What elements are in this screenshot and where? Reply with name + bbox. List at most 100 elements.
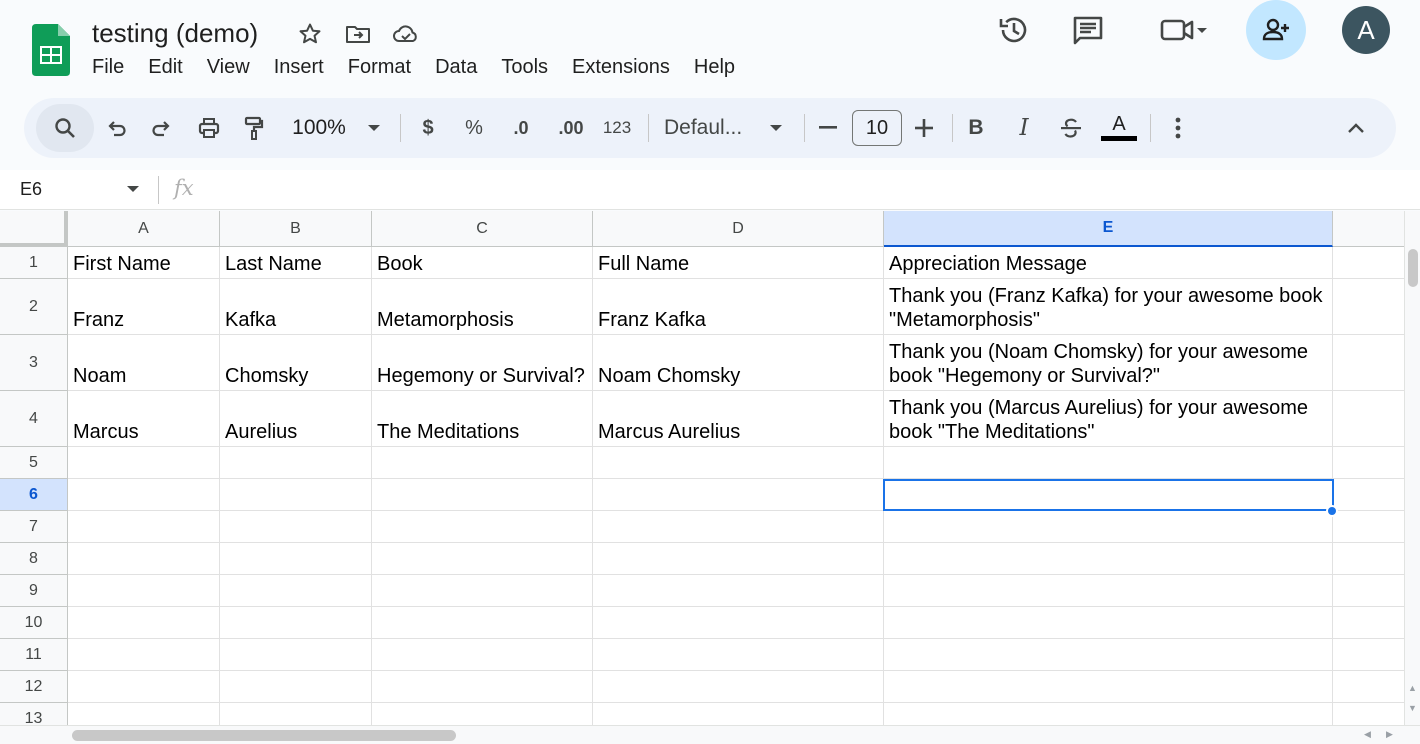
cell-f10[interactable] [1333,607,1413,639]
cell-a3[interactable]: Noam [68,335,220,391]
cell-a13[interactable] [68,703,220,725]
cell-b12[interactable] [220,671,372,703]
cell-a5[interactable] [68,447,220,479]
cell-d3[interactable]: Noam Chomsky [593,335,884,391]
cell-e8[interactable] [884,543,1333,575]
italic-button[interactable]: I [1010,108,1038,148]
star-icon[interactable] [296,20,324,48]
cell-e10[interactable] [884,607,1333,639]
vertical-scrollbar[interactable]: ▲ ▼ [1404,211,1420,725]
paint-format-icon[interactable] [238,108,270,148]
zoom-dropdown-icon[interactable] [360,108,388,148]
cell-d2[interactable]: Franz Kafka [593,279,884,335]
cell-f1[interactable] [1333,247,1413,279]
cell-b4[interactable]: Aurelius [220,391,372,447]
cell-c13[interactable] [372,703,593,725]
row-header-1[interactable]: 1 [0,247,68,279]
cell-e12[interactable] [884,671,1333,703]
cell-e1[interactable]: Appreciation Message [884,247,1333,279]
column-header-b[interactable]: B [220,211,372,247]
meet-button[interactable] [1148,0,1220,60]
row-header-2[interactable]: 2 [0,279,68,335]
cell-f7[interactable] [1333,511,1413,543]
cell-a1[interactable]: First Name [68,247,220,279]
vertical-scroll-thumb[interactable] [1408,249,1418,287]
cell-b1[interactable]: Last Name [220,247,372,279]
fill-handle[interactable] [1326,505,1338,517]
comments-button[interactable] [1058,0,1118,60]
cell-f8[interactable] [1333,543,1413,575]
cell-c2[interactable]: Metamorphosis [372,279,593,335]
text-color-button[interactable]: A [1100,108,1138,148]
cell-f2[interactable] [1333,279,1413,335]
more-formats-button[interactable]: 123 [600,108,634,148]
column-header-d[interactable]: D [593,211,884,247]
row-header-12[interactable]: 12 [0,671,68,703]
cell-c11[interactable] [372,639,593,671]
search-icon[interactable] [48,108,82,148]
cell-a11[interactable] [68,639,220,671]
cell-c1[interactable]: Book [372,247,593,279]
cell-c6[interactable] [372,479,593,511]
cell-c7[interactable] [372,511,593,543]
scroll-left-arrow-icon[interactable]: ◀ [1364,729,1371,740]
menu-format[interactable]: Format [336,54,423,81]
column-header-a[interactable]: A [68,211,220,247]
cell-f12[interactable] [1333,671,1413,703]
cell-b7[interactable] [220,511,372,543]
scroll-down-arrow-icon[interactable]: ▼ [1408,703,1417,713]
menu-tools[interactable]: Tools [489,54,560,81]
decrease-decimal-button[interactable]: .0 [504,108,538,148]
cell-e5[interactable] [884,447,1333,479]
cell-b11[interactable] [220,639,372,671]
row-header-13[interactable]: 13 [0,703,68,725]
document-title[interactable]: testing (demo) [92,18,258,49]
row-header-3[interactable]: 3 [0,335,68,391]
row-header-10[interactable]: 10 [0,607,68,639]
cell-d9[interactable] [593,575,884,607]
cell-d4[interactable]: Marcus Aurelius [593,391,884,447]
decrease-font-size-icon[interactable] [814,108,842,148]
cell-a12[interactable] [68,671,220,703]
menu-view[interactable]: View [195,54,262,81]
cell-e3[interactable]: Thank you (Noam Chomsky) for your awesom… [884,335,1333,391]
version-history-button[interactable] [984,0,1044,60]
horizontal-scrollbar[interactable]: ◀ ▶ [0,725,1420,744]
share-button[interactable] [1246,0,1306,60]
menu-data[interactable]: Data [423,54,489,81]
menu-edit[interactable]: Edit [136,54,194,81]
scroll-up-arrow-icon[interactable]: ▲ [1408,683,1417,693]
menu-file[interactable]: File [80,54,136,81]
cell-a9[interactable] [68,575,220,607]
cell-e9[interactable] [884,575,1333,607]
cell-d7[interactable] [593,511,884,543]
increase-font-size-icon[interactable] [910,108,938,148]
zoom-select[interactable]: 100% [286,108,352,148]
row-header-5[interactable]: 5 [0,447,68,479]
print-icon[interactable] [192,108,226,148]
account-button[interactable]: A [1336,0,1396,60]
column-header-f[interactable] [1333,211,1413,247]
cell-a2[interactable]: Franz [68,279,220,335]
horizontal-scroll-thumb[interactable] [72,730,456,741]
redo-icon[interactable] [146,108,178,148]
cell-e13[interactable] [884,703,1333,725]
cell-b8[interactable] [220,543,372,575]
name-box[interactable]: E6 [20,179,42,200]
cell-f9[interactable] [1333,575,1413,607]
cell-b3[interactable]: Chomsky [220,335,372,391]
name-box-dropdown-icon[interactable] [126,184,140,194]
cell-f11[interactable] [1333,639,1413,671]
collapse-toolbar-icon[interactable] [1342,108,1370,148]
currency-format-button[interactable]: $ [414,108,442,148]
strikethrough-icon[interactable] [1056,108,1086,148]
font-size-input[interactable]: 10 [852,110,902,146]
cell-c3[interactable]: Hegemony or Survival? [372,335,593,391]
menu-extensions[interactable]: Extensions [560,54,682,81]
cell-c10[interactable] [372,607,593,639]
more-vert-icon[interactable] [1164,108,1192,148]
font-dropdown-icon[interactable] [764,108,788,148]
menu-help[interactable]: Help [682,54,747,81]
percent-format-button[interactable]: % [460,108,488,148]
row-header-9[interactable]: 9 [0,575,68,607]
